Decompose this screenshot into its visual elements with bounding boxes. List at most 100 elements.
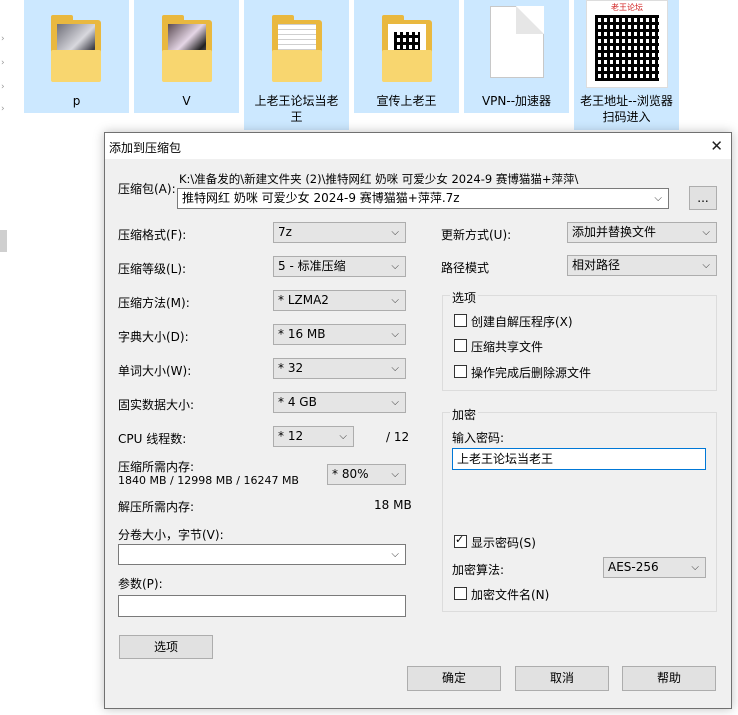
- mem-percent-value: * 80%: [332, 467, 369, 481]
- password-label: 输入密码:: [452, 431, 505, 445]
- archive-name-combo[interactable]: 推特网红 奶咪 可爱少女 2024-9 赛博猫猫+萍萍.7z ⌵: [177, 188, 669, 209]
- update-select[interactable]: 添加并替换文件 ⌵: [567, 222, 717, 243]
- update-value: 添加并替换文件: [572, 225, 657, 239]
- explorer-nav-strip: › › › ›: [0, 0, 14, 715]
- dialog-title: 添加到压缩包: [109, 141, 182, 155]
- threads-select[interactable]: * 12 ⌵: [273, 426, 354, 447]
- chevron-down-icon: ⌵: [391, 469, 399, 480]
- file-name: 宣传上老王: [376, 94, 437, 108]
- chevron-right-icon[interactable]: ›: [1, 34, 5, 44]
- show-password-checkbox[interactable]: [454, 533, 467, 548]
- chevron-right-icon[interactable]: ›: [1, 82, 5, 92]
- archive-label: 压缩包(A):: [118, 182, 176, 196]
- options-button[interactable]: 选项: [119, 635, 213, 659]
- show-password-label: 显示密码(S): [471, 536, 536, 550]
- cancel-button[interactable]: 取消: [515, 666, 609, 691]
- solid-select[interactable]: * 4 GB ⌵: [273, 392, 406, 413]
- chevron-down-icon: ⌵: [391, 295, 399, 306]
- path-value: 相对路径: [572, 258, 621, 272]
- encryption-group-title: 加密: [450, 406, 479, 423]
- shared-label: 压缩共享文件: [471, 340, 544, 354]
- chevron-down-icon: ⌵: [702, 227, 710, 238]
- chevron-down-icon: ⌵: [339, 431, 347, 442]
- password-input[interactable]: 上老王论坛当老王: [452, 448, 706, 470]
- path-label: 路径模式: [441, 261, 490, 275]
- file-name: V: [182, 94, 191, 108]
- document-icon: [490, 6, 544, 78]
- delete-source-checkbox[interactable]: [454, 365, 467, 378]
- format-label: 压缩格式(F):: [118, 228, 187, 242]
- level-select[interactable]: 5 - 标准压缩 ⌵: [273, 256, 406, 277]
- chevron-right-icon[interactable]: ›: [1, 58, 5, 68]
- dict-label: 字典大小(D):: [118, 330, 189, 344]
- chevron-down-icon: ⌵: [391, 329, 399, 340]
- file-name: p: [72, 94, 81, 108]
- sfx-checkbox[interactable]: [454, 314, 467, 327]
- browse-button[interactable]: ...: [689, 186, 717, 210]
- delete-source-label: 操作完成后删除源文件: [471, 366, 592, 380]
- method-label: 压缩方法(M):: [118, 296, 190, 310]
- shared-checkbox[interactable]: [454, 339, 467, 352]
- threads-label: CPU 线程数:: [118, 432, 187, 446]
- add-to-archive-dialog: 添加到压缩包 ✕ 压缩包(A): K:\准备发的\新建文件夹 (2)\推特网红 …: [104, 132, 732, 709]
- help-button[interactable]: 帮助: [622, 666, 716, 691]
- format-select[interactable]: 7z ⌵: [273, 222, 406, 243]
- enc-method-label: 加密算法:: [452, 563, 505, 577]
- file-tile-p[interactable]: p: [24, 0, 129, 113]
- volume-combo[interactable]: ⌵: [118, 544, 406, 565]
- chevron-down-icon: ⌵: [391, 397, 399, 408]
- encrypt-names-label: 加密文件名(N): [471, 588, 550, 602]
- mem-detail: 1840 MB / 12998 MB / 16247 MB: [118, 474, 299, 487]
- file-name: VPN--加速器: [481, 94, 552, 108]
- threads-total: / 12: [386, 430, 410, 444]
- enc-method-select[interactable]: AES-256 ⌵: [603, 557, 706, 578]
- solid-value: * 4 GB: [278, 395, 317, 409]
- encrypt-names-checkbox[interactable]: [454, 587, 467, 600]
- folder-icon: [162, 15, 212, 82]
- chevron-down-icon: ⌵: [391, 363, 399, 374]
- folder-icon: [51, 15, 101, 82]
- threads-value: * 12: [278, 429, 304, 443]
- word-value: * 32: [278, 361, 304, 375]
- file-tile-address[interactable]: 老王论坛 老王地址--浏览器扫码进入: [574, 0, 679, 130]
- word-label: 单词大小(W):: [118, 364, 192, 378]
- ok-button[interactable]: 确定: [407, 666, 501, 691]
- word-select[interactable]: * 32 ⌵: [273, 358, 406, 379]
- dialog-titlebar[interactable]: 添加到压缩包 ✕: [105, 133, 731, 159]
- enc-method-value: AES-256: [608, 560, 659, 574]
- file-tile-forum[interactable]: 上老王论坛当老王: [244, 0, 349, 130]
- path-select[interactable]: 相对路径 ⌵: [567, 255, 717, 276]
- mem-percent-select[interactable]: * 80% ⌵: [327, 464, 406, 485]
- chevron-down-icon: ⌵: [391, 549, 399, 560]
- file-name: 上老王论坛当老王: [254, 94, 339, 124]
- chevron-right-icon[interactable]: ›: [1, 104, 5, 114]
- chevron-down-icon: ⌵: [691, 562, 699, 573]
- decomp-label: 解压所需内存:: [118, 500, 195, 514]
- archive-name-value: 推特网红 奶咪 可爱少女 2024-9 赛博猫猫+萍萍.7z: [182, 191, 460, 205]
- file-name: 老王地址--浏览器扫码进入: [580, 94, 673, 124]
- chevron-down-icon: ⌵: [702, 260, 710, 271]
- format-value: 7z: [278, 225, 292, 239]
- file-tile-vpn[interactable]: VPN--加速器: [464, 0, 569, 113]
- file-tile-promo[interactable]: 宣传上老王: [354, 0, 459, 113]
- mem-label: 压缩所需内存:: [118, 460, 195, 474]
- volume-label: 分卷大小，字节(V):: [118, 528, 224, 542]
- nav-scroll-handle[interactable]: [0, 230, 7, 252]
- dict-select[interactable]: * 16 MB ⌵: [273, 324, 406, 345]
- update-label: 更新方式(U):: [441, 228, 512, 242]
- chevron-down-icon: ⌵: [654, 193, 662, 204]
- qr-header-text: 老王论坛: [611, 3, 643, 12]
- method-select[interactable]: * LZMA2 ⌵: [273, 290, 406, 311]
- level-label: 压缩等级(L):: [118, 262, 187, 276]
- params-label: 参数(P):: [118, 577, 163, 591]
- folder-icon: [272, 15, 322, 82]
- file-tile-v[interactable]: V: [134, 0, 239, 113]
- close-icon[interactable]: ✕: [710, 137, 723, 155]
- dict-value: * 16 MB: [278, 327, 326, 341]
- chevron-down-icon: ⌵: [391, 261, 399, 272]
- sfx-label: 创建自解压程序(X): [471, 315, 573, 329]
- options-group-title: 选项: [450, 289, 479, 306]
- params-input[interactable]: [118, 595, 406, 617]
- qr-code-image: 老王论坛: [586, 0, 668, 88]
- method-value: * LZMA2: [278, 293, 329, 307]
